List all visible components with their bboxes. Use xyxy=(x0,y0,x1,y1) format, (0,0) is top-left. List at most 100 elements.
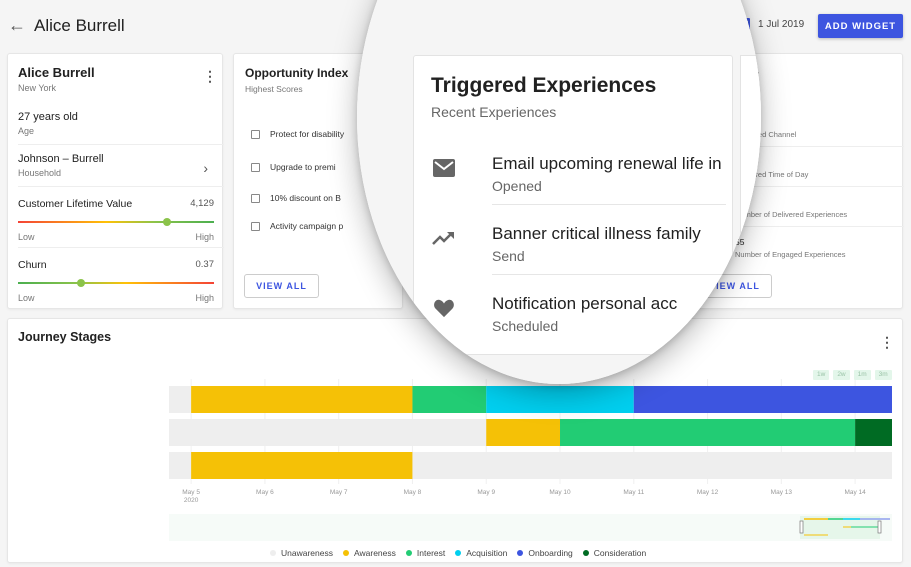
gantt-segment-consideration xyxy=(855,419,892,446)
email-icon xyxy=(433,159,455,177)
gantt-segment-onboarding xyxy=(633,386,892,413)
experience-name: Email upcoming renewal life in xyxy=(492,154,722,173)
heart-icon xyxy=(434,299,454,318)
divider xyxy=(18,247,224,248)
more-vert-icon[interactable]: ⋮ xyxy=(880,335,894,349)
checkbox[interactable] xyxy=(251,129,260,139)
gantt-segment-awareness xyxy=(191,452,413,479)
experience-status: Scheduled xyxy=(492,318,559,334)
legend-item[interactable]: Unawareness xyxy=(270,548,333,558)
experience-name: Banner critical illness family xyxy=(492,224,701,243)
legend-item[interactable]: Onboarding xyxy=(517,548,573,558)
gantt-segment-awareness xyxy=(191,386,413,413)
household-row[interactable]: Johnson – Burrell Household › xyxy=(18,153,214,178)
clv-metric: Customer Lifetime Value 4,129 Low High xyxy=(18,198,214,242)
legend-label: Interest xyxy=(416,548,446,558)
profile-card: Alice Burrell New York ⋮ 27 years old Ag… xyxy=(7,53,224,309)
triggered-subtitle: Recent Experiences xyxy=(431,104,557,120)
churn-label: Churn xyxy=(18,259,47,271)
checkbox[interactable] xyxy=(251,162,260,172)
legend-dot xyxy=(582,550,589,556)
gantt-segment-acquisition xyxy=(486,386,634,413)
chart-legend: Unawareness Awareness Interest Acquisition O… xyxy=(270,548,646,558)
engagement-card-edge xyxy=(740,55,761,310)
opportunity-item[interactable]: 10% discount on B xyxy=(251,193,341,203)
range-button-1w[interactable]: 1w xyxy=(813,370,830,380)
x-tick-label: May 11 xyxy=(623,489,644,496)
profile-name: Alice Burrell xyxy=(18,65,95,80)
churn-slider xyxy=(18,279,214,287)
legend-item[interactable]: Consideration xyxy=(582,548,646,558)
legend-item[interactable]: Acquisition xyxy=(455,548,507,558)
clv-label: Customer Lifetime Value xyxy=(18,198,133,210)
date-label: 1 Jul 2019 xyxy=(758,19,805,30)
churn-metric: Churn 0.37 Low High xyxy=(18,259,214,303)
gantt-segment-interest xyxy=(560,419,856,446)
checkbox[interactable] xyxy=(251,193,260,203)
opportunity-item-label: Protect for disability xyxy=(270,129,345,139)
legend-label: Onboarding xyxy=(528,548,573,558)
legend-item[interactable]: Awareness xyxy=(342,548,396,558)
view-all-button[interactable]: VIEW ALL xyxy=(244,274,319,298)
clv-slider xyxy=(18,218,214,226)
opportunity-item[interactable]: Protect for disability xyxy=(251,129,344,139)
x-tick-label: May 8 xyxy=(404,489,422,496)
range-button-2w[interactable]: 2w xyxy=(833,370,850,380)
overview-navigator xyxy=(169,514,892,541)
opportunity-item-label: Activity campaign p xyxy=(270,221,344,231)
chevron-right-icon[interactable]: › xyxy=(203,160,208,176)
x-tick-label: May 6 xyxy=(256,489,274,496)
age-value: 27 years old xyxy=(18,111,78,123)
opportunity-item-label: Upgrade to premi xyxy=(270,162,336,172)
legend-dot xyxy=(517,550,524,556)
x-tick-year: 2020 xyxy=(184,497,199,504)
experience-name: Notification personal acc xyxy=(492,294,678,313)
legend-dot xyxy=(342,550,349,556)
divider xyxy=(18,144,224,145)
gantt-segment-interest xyxy=(412,386,487,413)
x-tick-label: May 10 xyxy=(549,489,571,496)
navigator-handle-right[interactable] xyxy=(877,520,882,534)
gantt-segment-unawareness xyxy=(169,452,192,479)
churn-slider-knob xyxy=(76,279,85,287)
legend-label: Acquisition xyxy=(466,548,508,558)
gantt-segment-awareness xyxy=(486,419,561,446)
divider xyxy=(492,274,726,275)
age-label: Age xyxy=(18,126,35,136)
legend-label: Unawareness xyxy=(281,548,333,558)
household-label: Household xyxy=(18,168,62,178)
household-value: Johnson – Burrell xyxy=(18,153,104,165)
gantt-segment-unawareness xyxy=(169,419,487,446)
legend-item[interactable]: Interest xyxy=(405,548,446,558)
x-tick-label: May 5 xyxy=(182,489,200,496)
arrow-left-icon[interactable]: ← xyxy=(8,15,26,36)
x-tick-label: May 7 xyxy=(330,489,348,496)
opportunity-subtitle: Highest Scores xyxy=(245,84,303,94)
range-button-1m[interactable]: 1m xyxy=(853,370,871,380)
range-button-3m[interactable]: 3m xyxy=(874,370,892,380)
page-title: Alice Burrell xyxy=(34,16,125,35)
range-selector: 1w 2w 1m 3m xyxy=(813,370,892,380)
opportunity-title: Opportunity Index xyxy=(245,66,349,80)
divider xyxy=(492,204,726,205)
triggered-experiences-card: Triggered Experiences Recent Experiences… xyxy=(413,55,733,355)
clv-slider-knob xyxy=(162,218,171,226)
clv-low-label: Low xyxy=(18,232,35,242)
more-vert-icon[interactable]: ⋮ xyxy=(203,69,217,83)
add-widget-button[interactable]: ADD WIDGET xyxy=(818,14,903,38)
churn-value: 0.37 xyxy=(195,259,215,270)
experience-status: Send xyxy=(492,248,525,264)
trending-up-icon xyxy=(432,232,454,245)
opportunity-item[interactable]: Activity campaign p xyxy=(251,221,343,231)
opportunity-item[interactable]: Upgrade to premi xyxy=(251,162,336,172)
divider xyxy=(18,186,224,187)
churn-low-label: Low xyxy=(18,293,35,303)
age-row: 27 years old Age xyxy=(18,111,214,136)
checkbox[interactable] xyxy=(251,221,260,231)
gantt-segment-unawareness xyxy=(412,452,892,479)
x-tick-label: May 9 xyxy=(477,489,495,496)
clv-value: 4,129 xyxy=(190,198,214,209)
profile-location: New York xyxy=(18,83,57,93)
legend-dot xyxy=(455,550,462,556)
navigator-handle-left[interactable] xyxy=(799,520,804,534)
